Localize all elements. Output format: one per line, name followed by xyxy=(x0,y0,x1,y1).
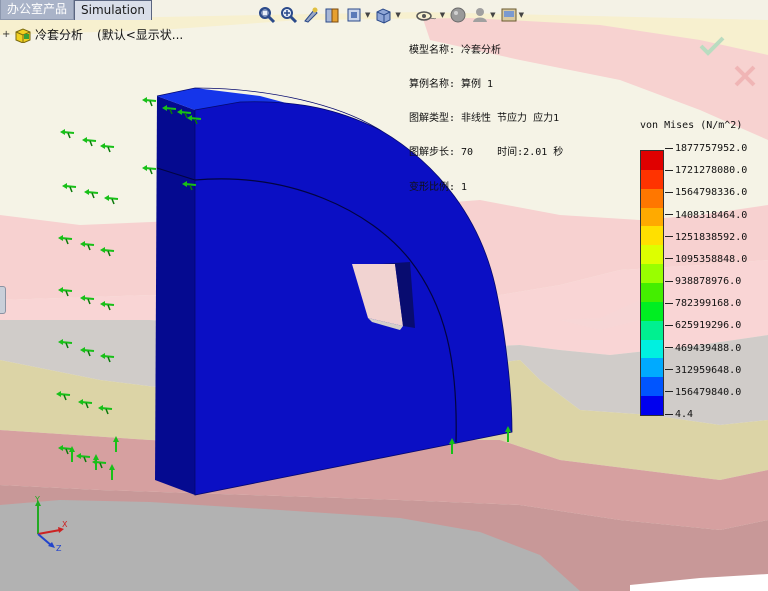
fixture-arrow xyxy=(84,189,99,199)
legend-color-segment xyxy=(641,320,663,340)
fixture-arrow xyxy=(58,235,73,245)
legend-value-label: 1564798336.0 xyxy=(665,187,747,199)
triad-x-label: X xyxy=(62,520,68,529)
chevron-down-icon: ▼ xyxy=(439,11,446,19)
triad-y-label: Y xyxy=(34,495,40,504)
panel-resize-handle[interactable] xyxy=(0,286,6,314)
view-orientation-button[interactable]: ▼ xyxy=(373,5,401,25)
legend-color-segment xyxy=(641,169,663,189)
display-style-icon xyxy=(376,8,391,24)
fixture-arrow xyxy=(100,353,115,363)
triad-x-axis xyxy=(37,529,61,535)
display-style-button[interactable]: ▼ xyxy=(345,5,371,25)
fixture-arrow xyxy=(92,459,107,469)
fixture-arrow xyxy=(82,137,97,147)
fixture-arrow xyxy=(80,347,95,357)
chevron-down-icon: ▼ xyxy=(518,11,524,19)
fixture-arrow xyxy=(58,339,73,349)
legend-value-label: 938878976.0 xyxy=(665,276,741,288)
plot-info-plot-type: 图解类型: 非线性 节应力 应力1 xyxy=(409,113,560,125)
chevron-down-icon: ▼ xyxy=(490,11,496,19)
confirm-cancel-button[interactable] xyxy=(733,64,757,88)
triad-z-label: Z xyxy=(56,544,62,552)
fixture-arrow xyxy=(80,295,95,305)
zoom-to-area-button[interactable] xyxy=(279,5,299,25)
zoom-to-area-icon xyxy=(281,7,298,24)
section-view-button[interactable] xyxy=(323,5,343,25)
feature-tree-flyout: + 冷套分析 (默认<显示状... xyxy=(2,26,183,43)
fixture-arrow xyxy=(104,195,119,205)
fixture-arrow xyxy=(98,405,113,415)
fixture-arrow xyxy=(56,391,71,401)
fixture-arrow xyxy=(100,247,115,257)
legend-color-segment xyxy=(641,264,663,284)
legend-color-segment xyxy=(641,301,663,321)
legend-color-segment xyxy=(641,226,663,246)
fixture-arrow xyxy=(62,183,77,193)
legend-value-label: 1251838592.0 xyxy=(665,232,747,244)
previous-view-button[interactable] xyxy=(301,5,321,25)
tree-expand-toggle[interactable]: + xyxy=(2,29,10,40)
legend-value-label: 1095358848.0 xyxy=(665,254,747,266)
command-tab-strip: 办公室产品 Simulation xyxy=(0,0,152,20)
plot-info-plot-step: 图解步长: 70 时间:2.01 秒 xyxy=(409,147,564,159)
fixture-arrow xyxy=(142,97,157,107)
plot-info-deformation-scale: 变形比例: 1 xyxy=(409,181,468,193)
legend-value-label: 156479840.0 xyxy=(665,387,741,399)
study-icon xyxy=(15,27,31,43)
fixture-arrow xyxy=(142,165,157,175)
legend-title: von Mises (N/m^2) xyxy=(640,120,743,131)
legend-color-segment xyxy=(641,207,663,227)
fixture-arrow xyxy=(58,445,73,455)
confirm-ok-button[interactable] xyxy=(698,34,726,58)
legend-color-segment xyxy=(641,245,663,265)
legend-color-segment xyxy=(641,283,663,302)
plot-info-model-name: 模型名称: 冷套分析 xyxy=(409,44,502,56)
fixture-arrow xyxy=(100,301,115,311)
plot-info-block: 模型名称: 冷套分析 算例名称: 算例 1 图解类型: 非线性 节应力 应力1 … xyxy=(409,22,563,216)
reference-triad: Y X Z xyxy=(34,495,68,552)
legend-value-label: 1721278080.0 xyxy=(665,165,747,177)
study-name[interactable]: 冷套分析 xyxy=(35,26,83,43)
part-side-face xyxy=(155,96,195,495)
legend-value-label: 469439488.0 xyxy=(665,343,741,355)
configuration-label[interactable]: (默认<显示状... xyxy=(97,26,183,43)
fixture-arrow xyxy=(60,129,75,139)
legend-color-segment xyxy=(641,377,663,397)
fixture-arrow xyxy=(58,287,73,297)
previous-view-icon xyxy=(304,7,318,23)
section-view-icon xyxy=(325,8,339,23)
fixture-arrow xyxy=(80,241,95,251)
fixture-arrow xyxy=(100,143,115,153)
tab-office-products[interactable]: 办公室产品 xyxy=(0,0,75,20)
plot-info-study-name: 算例名称: 算例 1 xyxy=(409,79,494,91)
legend-value-label: 625919296.0 xyxy=(665,320,741,332)
legend-color-segment xyxy=(641,396,663,416)
legend-color-segment xyxy=(641,358,663,378)
legend-value-label: 312959648.0 xyxy=(665,365,741,377)
fixture-arrow xyxy=(109,464,115,480)
graphics-viewport[interactable]: 办公室产品 Simulation ▼ ▼ ~ ▼ ▼ ▼ + 冷套分析 (默认<… xyxy=(0,0,768,591)
zoom-to-fit-button[interactable] xyxy=(257,5,277,25)
zoom-to-fit-icon xyxy=(259,7,276,24)
legend-color-segment xyxy=(641,339,663,359)
legend-color-segment xyxy=(641,151,663,170)
fixture-arrow xyxy=(113,436,119,452)
fixture-arrow xyxy=(76,453,91,463)
tab-simulation[interactable]: Simulation xyxy=(74,0,152,20)
legend-color-segment xyxy=(641,188,663,208)
legend-value-label: 782399168.0 xyxy=(665,298,741,310)
view-orientation-icon xyxy=(347,8,361,22)
legend-color-bar xyxy=(640,150,664,416)
legend-value-label: 1408318464.0 xyxy=(665,210,747,222)
chevron-down-icon: ▼ xyxy=(395,11,401,19)
fixture-arrow xyxy=(78,399,93,409)
check-icon xyxy=(699,36,725,56)
legend-value-label: 1877757952.0 xyxy=(665,143,747,155)
close-icon xyxy=(734,65,756,87)
chevron-down-icon: ▼ xyxy=(365,11,371,19)
legend-value-label: 4.4 xyxy=(665,409,693,421)
